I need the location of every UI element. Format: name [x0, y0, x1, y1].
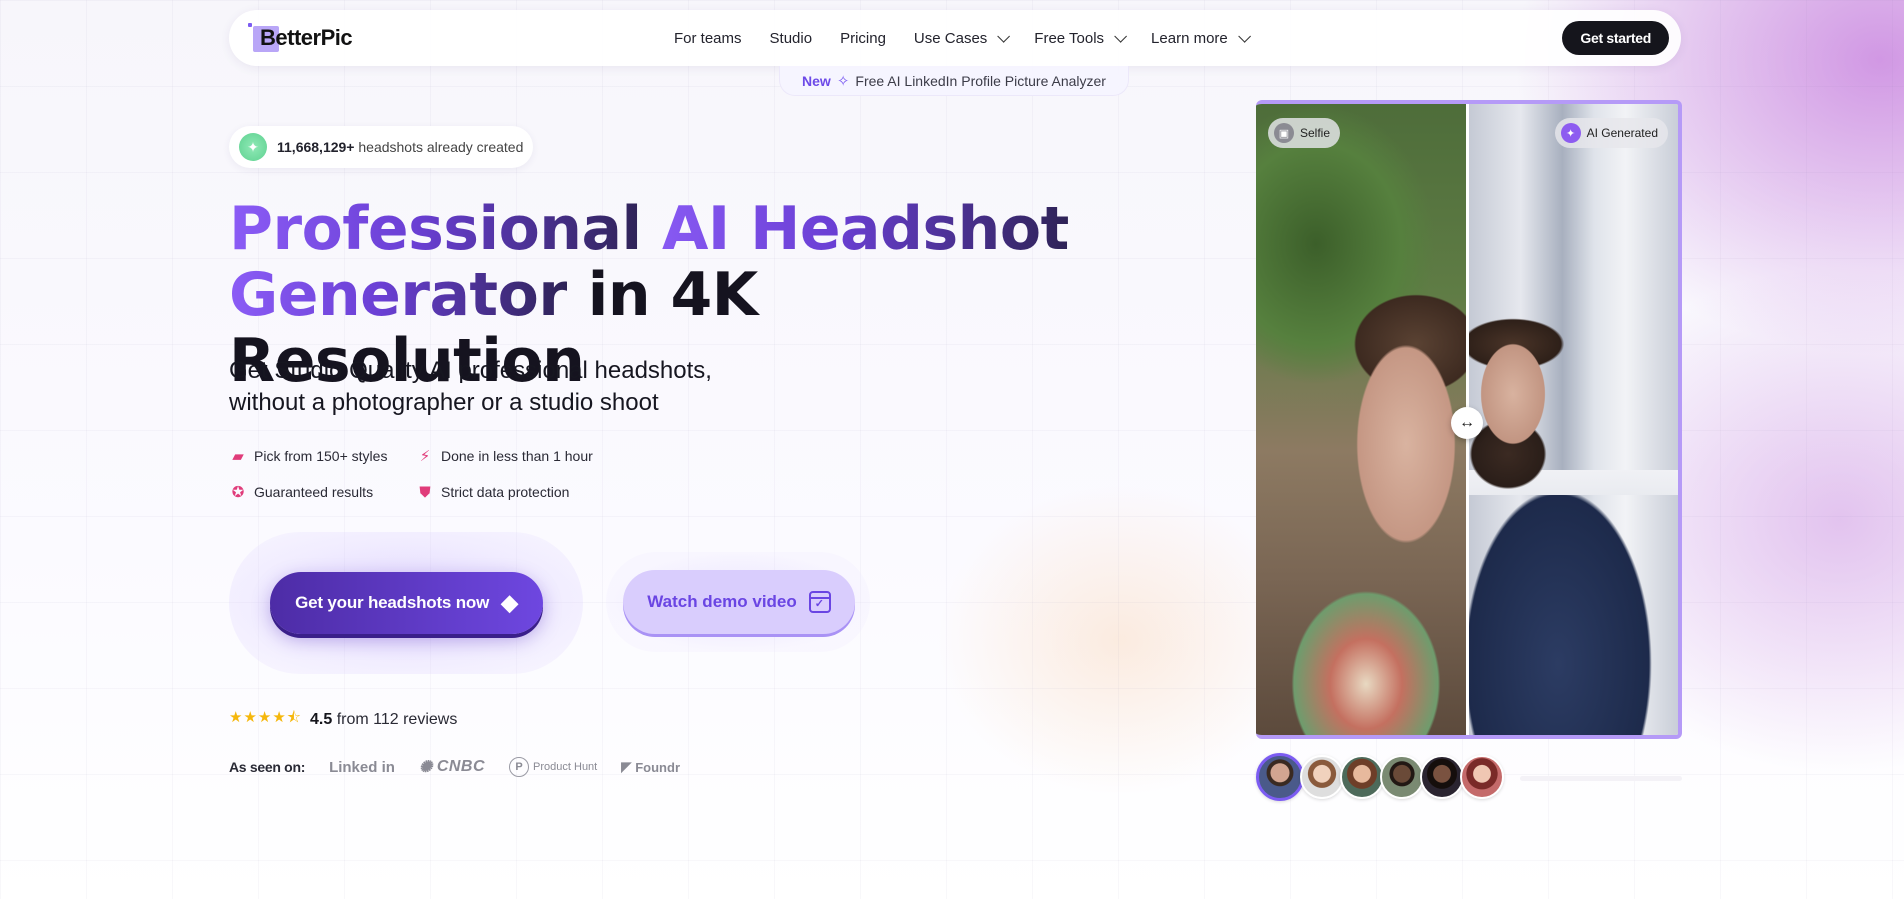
counter-value: 11,668,129+ [277, 139, 355, 155]
feature-label: Guaranteed results [254, 484, 374, 500]
feature-label: Pick from 150+ styles [254, 448, 388, 464]
star-rating-icon: ★★★★⯪ [229, 709, 302, 726]
sparkle-icon: ◆ [501, 590, 518, 615]
logo-text: BetterPic [260, 25, 353, 50]
outlet-name: CNBC [436, 758, 486, 775]
announcement-banner[interactable]: New ✧ Free AI LinkedIn Profile Picture A… [779, 66, 1129, 96]
avatar[interactable] [1256, 753, 1304, 801]
rating-text: 4.5 from 112 reviews [310, 711, 457, 729]
nav-link-learn-more[interactable]: Learn more [1151, 29, 1251, 47]
image-icon: ▣ [1274, 123, 1294, 143]
subheading-line-2: without a photographer or a studio shoot [229, 389, 659, 416]
nav-link-use-cases[interactable]: Use Cases [913, 29, 1011, 47]
nav-link-for-teams[interactable]: For teams [674, 30, 742, 47]
rating-count: from 112 reviews [336, 710, 458, 728]
cnbc-logo: ✺ CNBC [419, 757, 485, 777]
pill-label: Selfie [1300, 126, 1331, 140]
nav-link-label: For teams [674, 29, 742, 47]
peacock-icon: ✺ [418, 759, 433, 776]
feature-list: ▰ Pick from 150+ styles ⚡︎ Done in less … [229, 445, 649, 503]
avatar[interactable] [1460, 755, 1504, 799]
outlet-name: Foundr [635, 759, 680, 775]
nav-link-label: Pricing [840, 29, 886, 47]
nav-link-label: Learn more [1151, 29, 1228, 47]
title-rest-1: AI Headshot [641, 194, 1069, 264]
rating: ★★★★⯪ 4.5 from 112 reviews [229, 707, 457, 732]
announcement-badge: New [802, 72, 831, 89]
title-accent-1: Professional [229, 194, 642, 264]
sparkle-icon: ✦ [239, 133, 267, 161]
feature-item: ⛊ Strict data protection [416, 481, 616, 503]
outlet-name: Product Hunt [533, 761, 598, 773]
selfie-label-pill: ▣ Selfie [1268, 118, 1341, 148]
get-headshots-button[interactable]: Get your headshots now ◆ [270, 572, 543, 634]
watch-demo-button[interactable]: Watch demo video [623, 570, 855, 634]
subheading: Get Studio Quality AI professional heads… [229, 355, 789, 419]
award-icon: ✪ [231, 484, 245, 501]
avatar[interactable] [1300, 755, 1344, 799]
avatar[interactable] [1380, 755, 1424, 799]
feature-item: ✪ Guaranteed results [229, 481, 416, 503]
foundr-logo: ◤ Foundr [621, 759, 680, 775]
as-seen-on-label: As seen on: [229, 759, 306, 775]
outlet-name: Linked in [329, 758, 395, 776]
avatar[interactable] [1340, 755, 1384, 799]
announcement-text: Free AI LinkedIn Profile Picture Analyze… [855, 72, 1106, 89]
nav-link-studio[interactable]: Studio [770, 30, 813, 47]
ai-generated-photo [1468, 104, 1678, 735]
logo[interactable]: BetterPic [248, 22, 353, 54]
chevron-down-icon [1238, 29, 1251, 43]
chevron-down-icon [997, 29, 1011, 43]
calendar-check-icon [808, 591, 831, 613]
rating-score: 4.5 [310, 710, 333, 728]
nav-link-label: Use Cases [913, 29, 988, 47]
as-seen-on: As seen on: Linked in ✺ CNBC P Product Hun… [229, 757, 680, 777]
top-navbar: BetterPic For teams Studio Pricing Use C… [229, 10, 1681, 66]
ai-generated-label-pill: ✦ AI Generated [1554, 118, 1668, 148]
before-after-comparison[interactable]: ↔ ▣ Selfie ✦ AI Generated [1256, 100, 1682, 739]
carousel-progress-bar [1520, 776, 1682, 781]
title-accent-2: Generator [229, 260, 568, 330]
product-hunt-icon: P [509, 757, 530, 777]
selfie-photo [1256, 104, 1468, 735]
linkedin-logo: Linked in [329, 759, 395, 776]
feature-label: Strict data protection [441, 484, 570, 500]
counter-suffix: headshots already created [358, 139, 524, 155]
example-avatars [1256, 753, 1504, 801]
button-label: Watch demo video [647, 592, 797, 611]
logo-dot [248, 23, 252, 27]
slider-handle-icon[interactable]: ↔ [1451, 407, 1483, 439]
get-started-button[interactable]: Get started [1562, 21, 1669, 55]
feature-item: ▰ Pick from 150+ styles [229, 445, 416, 467]
lightning-icon: ⚡︎ [419, 448, 431, 465]
nav-link-free-tools[interactable]: Free Tools [1034, 29, 1128, 47]
avatar[interactable] [1420, 755, 1464, 799]
nav-link-label: Free Tools [1034, 29, 1105, 47]
pill-label: AI Generated [1586, 126, 1658, 140]
product-hunt-logo: P Product Hunt [509, 757, 597, 777]
nav-link-pricing[interactable]: Pricing [840, 30, 886, 47]
feature-label: Done in less than 1 hour [441, 448, 593, 464]
nav-link-label: Studio [769, 29, 813, 47]
sparkle-icon: ✦ [1560, 123, 1581, 143]
nav-links: For teams Studio Pricing Use Cases Free … [674, 10, 1275, 66]
feature-item: ⚡︎ Done in less than 1 hour [416, 445, 616, 467]
sparkle-icon: ✧ [836, 72, 850, 90]
chevron-down-icon [1114, 29, 1128, 43]
button-label: Get your headshots now [295, 593, 490, 612]
subheading-line-1: Get Studio Quality AI professional heads… [229, 357, 712, 384]
headshot-counter: ✦ 11,668,129+ headshots already created [229, 126, 533, 168]
shield-check-icon: ⛊ [419, 483, 431, 501]
foundr-icon: ◤ [621, 759, 632, 774]
swatch-icon: ▰ [232, 448, 244, 465]
counter-text: 11,668,129+ headshots already created [277, 139, 523, 155]
